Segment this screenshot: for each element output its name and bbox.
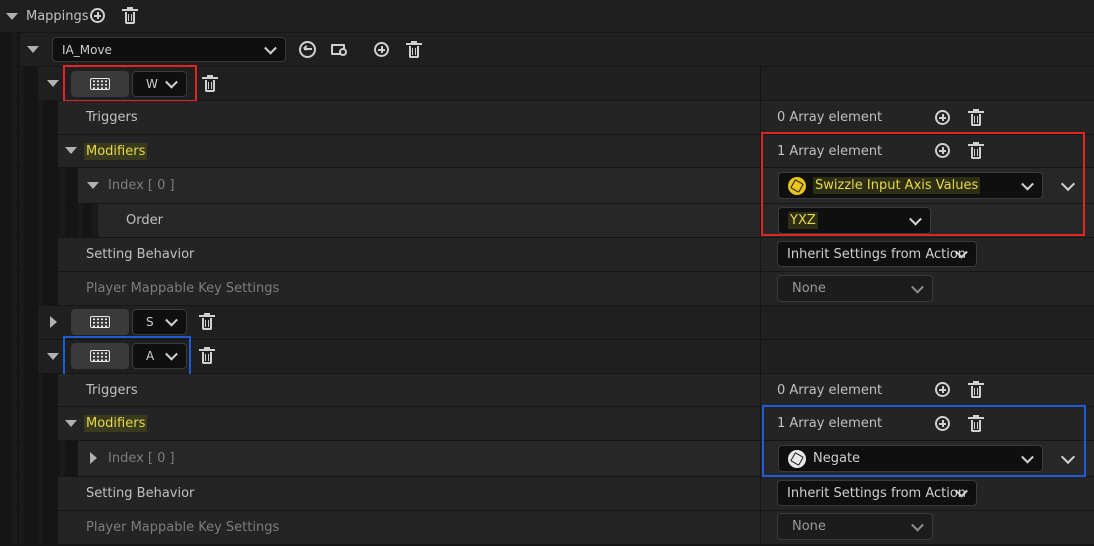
setting-behavior-select[interactable]: Inherit Settings from Action [777,241,977,267]
modifiers-collapse-arrow-icon[interactable] [65,147,77,154]
triggers-add-icon[interactable] [935,382,950,397]
mappings-delete-icon[interactable] [122,7,138,25]
key-a-player-row: Player Mappable Key Settings None [0,511,1094,544]
index-label: Index [ 0 ] [108,451,175,466]
key-s-delete-icon[interactable] [199,313,215,331]
chevron-down-icon [911,280,924,294]
mappings-label: Mappings [26,8,89,24]
setting-behavior-label: Setting Behavior [86,486,195,501]
triggers-label: Triggers [86,382,138,398]
key-w-triggers-row: Triggers 0 Array element [0,101,1094,134]
mappings-add-icon[interactable] [90,8,105,23]
key-w-collapse-arrow-icon[interactable] [47,80,59,87]
setting-behavior-label: Setting Behavior [86,247,195,262]
modifiers-label: Modifiers [84,415,148,432]
key-s-select[interactable]: S [132,309,187,335]
chevron-down-icon [911,518,924,532]
player-mappable-label: Player Mappable Key Settings [86,281,280,296]
action-collapse-arrow-icon[interactable] [27,46,39,53]
setting-behavior-value: Inherit Settings from Action [787,246,967,262]
browse-folder-icon[interactable] [331,42,349,57]
key-s-value: S [146,315,154,329]
index-label: Index [ 0 ] [108,178,175,193]
key-a-setting-row: Setting Behavior Inherit Settings from A… [0,477,1094,510]
key-s-capture-button[interactable] [71,309,129,335]
modifiers-label: Modifiers [84,142,148,160]
player-mappable-select[interactable]: None [777,275,933,302]
key-w-delete-icon[interactable] [202,75,218,93]
index-collapse-arrow-icon[interactable] [87,182,99,189]
triggers-count: 0 Array element [777,110,883,125]
triggers-count: 0 Array element [777,382,883,398]
mappings-collapse-arrow-icon[interactable] [6,13,18,20]
order-label: Order [126,213,163,228]
chevron-down-icon [264,41,277,55]
setting-behavior-select[interactable]: Inherit Settings from Action [777,480,977,506]
keyboard-icon [90,316,110,328]
modifiers-collapse-arrow-icon[interactable] [65,420,77,427]
key-a-delete-icon[interactable] [199,347,215,365]
setting-behavior-value: Inherit Settings from Action [787,485,967,501]
highlight-box-key-a [63,336,191,378]
key-w-setting-row: Setting Behavior Inherit Settings from A… [0,238,1094,271]
triggers-delete-icon[interactable] [968,109,984,127]
key-s-row: S [0,306,1094,339]
action-delete-icon[interactable] [406,41,422,59]
mappings-row: Mappings [0,0,1094,32]
player-mappable-value: None [792,519,826,534]
triggers-delete-icon[interactable] [968,381,984,399]
triggers-add-icon[interactable] [935,110,950,125]
key-a-triggers-row: Triggers 0 Array element [0,374,1094,406]
highlight-box-modifiers-a [762,405,1086,477]
player-mappable-value: None [792,281,826,296]
action-row: IA_Move [0,33,1094,66]
key-a-collapse-arrow-icon[interactable] [47,353,59,360]
key-w-player-row: Player Mappable Key Settings None [0,272,1094,305]
highlight-box-key-w [63,65,197,102]
index-expand-arrow-icon[interactable] [90,452,97,464]
action-select[interactable]: IA_Move [52,37,286,62]
triggers-label: Triggers [86,110,138,125]
browse-back-icon[interactable] [299,41,316,58]
action-add-icon[interactable] [374,42,389,57]
player-mappable-select[interactable]: None [777,513,933,540]
highlight-box-modifiers-w [761,132,1085,236]
key-s-expand-arrow-icon[interactable] [50,316,57,328]
chevron-down-icon [165,313,178,327]
action-value: IA_Move [62,42,112,57]
player-mappable-label: Player Mappable Key Settings [86,520,280,535]
